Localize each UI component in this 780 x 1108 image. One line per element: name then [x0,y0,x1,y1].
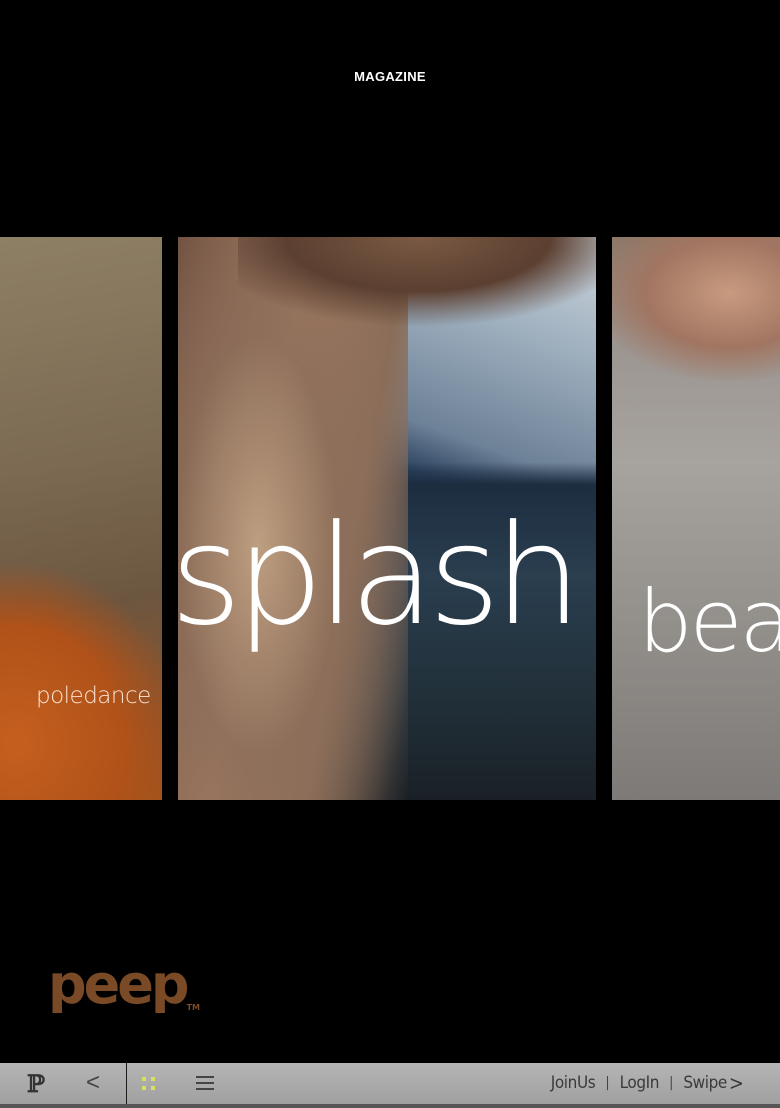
account-links: JoinUs | LogIn | Swipe > [551,1063,744,1103]
bottom-toolbar: ℙ < JoinUs | LogIn | Swipe > [0,1063,780,1108]
menu-button[interactable] [192,1063,218,1103]
issue-card-poledance[interactable]: poledance [0,237,162,800]
grid-icon [141,1076,155,1090]
log-in-link[interactable]: LogIn [620,1073,660,1093]
issue-title-beach: bea [638,572,780,672]
issue-title-splash: splash [178,495,582,656]
toolbar-divider [126,1063,127,1108]
brand-logo-text: peep [48,958,190,1013]
join-us-link[interactable]: JoinUs [551,1073,596,1093]
home-logo-icon[interactable]: ℙ [18,1063,54,1103]
magazine-carousel[interactable]: poledance splash bea [0,237,780,800]
bottom-strip [0,1104,780,1108]
swipe-arrow-icon[interactable]: > [729,1071,744,1095]
page-title: MAGAZINE [354,69,426,84]
link-separator: | [669,1075,674,1091]
back-arrow-icon[interactable]: < [76,1063,110,1103]
issue-card-splash[interactable]: splash [178,237,596,800]
issue-card-beach[interactable]: bea [612,237,780,800]
trademark-mark: TM [186,1003,200,1012]
link-separator: | [605,1075,610,1091]
brand-logo: peepTM [48,958,200,1013]
swipe-link[interactable]: Swipe [683,1073,727,1093]
issue-title-poledance: poledance [36,683,151,709]
grid-view-button[interactable] [134,1063,162,1103]
hamburger-menu-icon [196,1076,214,1090]
